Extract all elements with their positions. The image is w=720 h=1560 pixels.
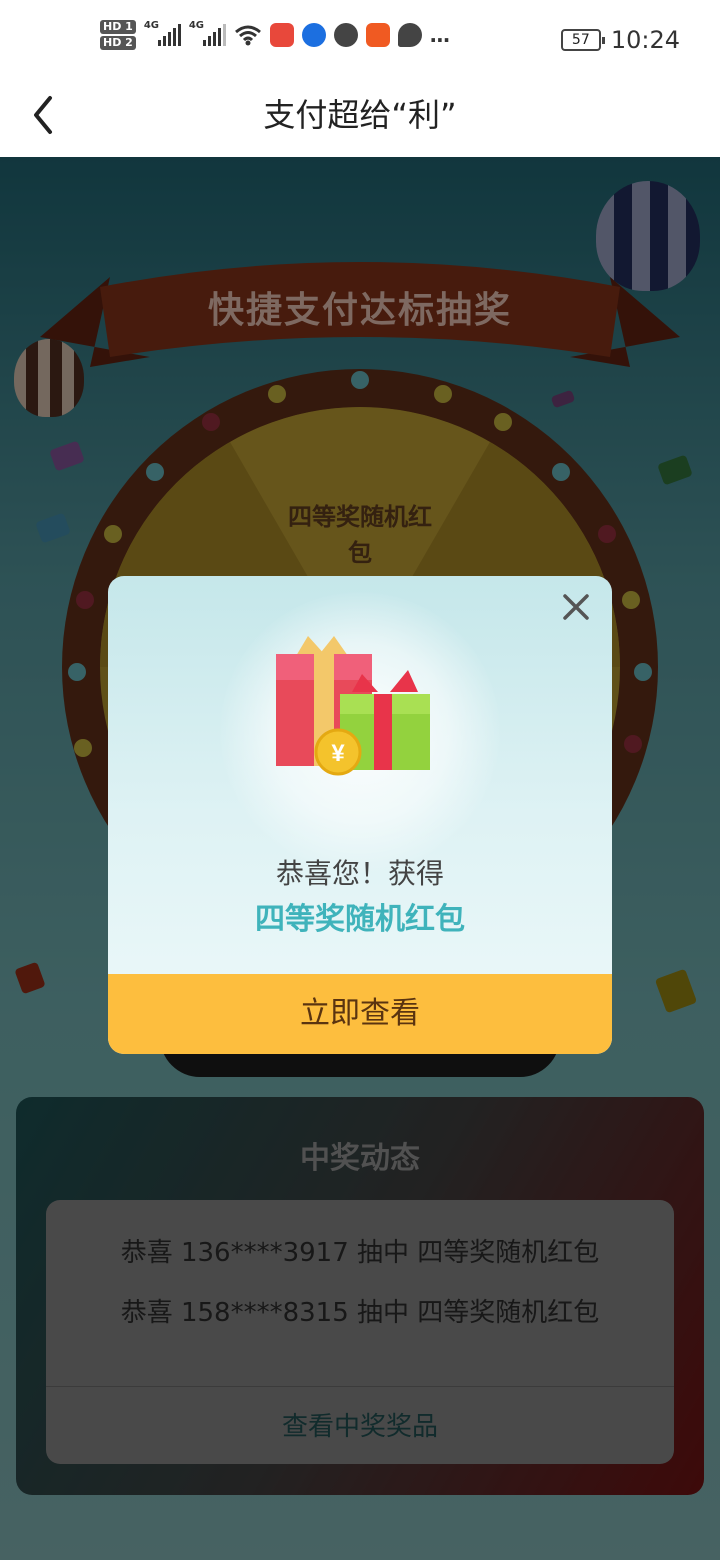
view-now-button[interactable]: 立即查看 — [108, 974, 612, 1054]
coin-symbol: ¥ — [331, 740, 345, 767]
sim1-badge: HD 1 — [100, 20, 136, 34]
wifi-icon — [234, 25, 261, 46]
signal-2-icon: 4G — [189, 20, 226, 46]
status-bar: HD 1 HD 2 4G 4G … 57 10:24 — [0, 0, 720, 82]
huawei-store-icon — [269, 23, 294, 47]
message-icon — [397, 23, 422, 47]
bulb-app-icon — [301, 23, 326, 47]
status-right: 57 10:24 — [560, 26, 680, 54]
page-title: 支付超给“利” — [263, 96, 457, 134]
status-left: HD 1 HD 2 4G 4G … — [100, 20, 450, 50]
network-type-2: 4G — [188, 20, 204, 31]
nav-bar: 支付超给“利” — [0, 82, 720, 157]
more-notifications-icon: … — [429, 23, 450, 47]
orange-app-icon — [365, 23, 390, 47]
battery-icon: 57 — [560, 29, 605, 51]
network-type-1: 4G — [143, 20, 159, 31]
close-icon — [563, 594, 589, 620]
sim2-badge: HD 2 — [100, 36, 136, 50]
prize-name: 四等奖随机红包 — [255, 902, 465, 937]
congrats-text: 恭喜您！获得 — [275, 857, 444, 890]
clock: 10:24 — [610, 26, 680, 54]
prize-modal: ¥ 恭喜您！获得 四等奖随机红包 立即查看 — [108, 576, 612, 1054]
gift-box-icon: ¥ — [276, 636, 430, 776]
gift-illustration: ¥ — [268, 630, 438, 780]
wechat-icon — [333, 23, 358, 47]
sim-indicators: HD 1 HD 2 — [100, 20, 136, 50]
close-button[interactable] — [558, 592, 594, 628]
signal-1-icon: 4G — [144, 20, 181, 46]
